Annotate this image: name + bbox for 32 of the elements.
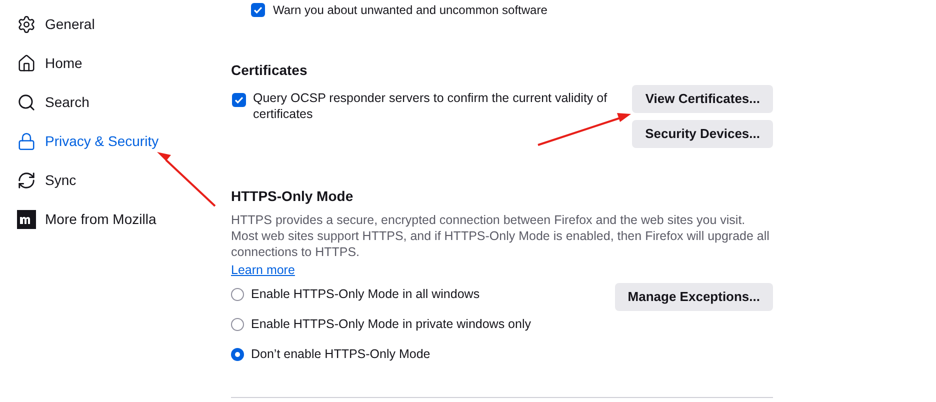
sidebar-item[interactable]: More from Mozilla: [17, 209, 231, 229]
search-icon: [17, 92, 36, 112]
sync-icon: [17, 170, 36, 190]
action-button[interactable]: Manage Exceptions...: [614, 282, 773, 311]
arrow-annotation: [155, 150, 217, 208]
sidebar-item[interactable]: Sync: [17, 170, 231, 190]
logo-icon: [17, 210, 36, 228]
checkbox[interactable]: [251, 3, 265, 17]
option-label: Enable HTTPS-Only Mode in private windows only: [251, 316, 531, 334]
learn-more-link[interactable]: Learn more: [231, 261, 295, 280]
action-button[interactable]: Security Devices...: [632, 120, 773, 148]
checkbox[interactable]: [232, 93, 246, 107]
option-label: Don’t enable HTTPS-Only Mode: [251, 346, 430, 364]
radio-button[interactable]: [231, 288, 244, 302]
sidebar-item[interactable]: Privacy & Security: [17, 131, 231, 151]
option-label: Warn you about unwanted and uncommon software: [273, 2, 548, 19]
option-label: Enable HTTPS-Only Mode in all windows: [251, 286, 480, 304]
option-label: Query OCSP responder servers to confirm the current validity of certificates: [253, 90, 608, 122]
section-heading: HTTPS-Only Mode: [231, 187, 354, 206]
description-text: HTTPS provides a secure, encrypted connection between Firefox and the web sites you visit. Most web sites support HTTPS, and if HTTPS-Only Mode is enabled, then Firefox will upgrade all connections to HTTPS.: [231, 212, 770, 260]
check-icon: [234, 95, 244, 105]
house-icon: [17, 54, 36, 72]
check-icon: [253, 5, 263, 15]
sidebar-item[interactable]: Home: [17, 53, 231, 73]
radio-button[interactable]: [231, 318, 244, 332]
sidebar-item[interactable]: Search: [17, 92, 231, 112]
settings-icon: [17, 14, 36, 34]
radio-button[interactable]: [231, 348, 244, 362]
sidebar-item[interactable]: General: [17, 14, 231, 34]
action-button[interactable]: View Certificates...: [632, 85, 773, 113]
lock-icon: [17, 132, 36, 150]
section-heading: Certificates: [231, 61, 308, 80]
